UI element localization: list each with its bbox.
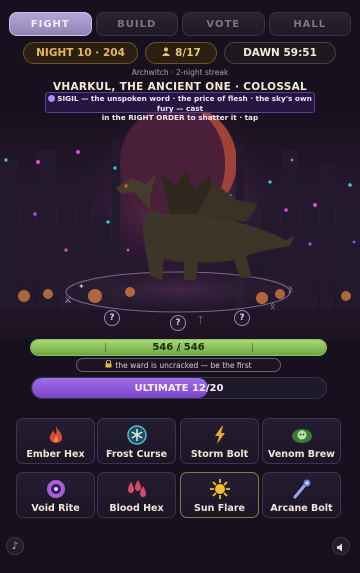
spell-venom-brew-button[interactable]: Venom Brew bbox=[262, 418, 341, 464]
speaker-icon bbox=[336, 537, 346, 556]
status-row: NIGHT 10 · 204 8/17 DAWN 59:51 bbox=[23, 42, 336, 64]
dawn-timer: DAWN 59:51 bbox=[224, 42, 336, 64]
ward-status-text: the ward is uncracked — be the first bbox=[115, 360, 252, 370]
flame-icon bbox=[44, 423, 68, 447]
ultimate-bar[interactable]: ULTIMATE 12/20 bbox=[31, 377, 327, 399]
night-counter: NIGHT 10 · 204 bbox=[23, 42, 138, 64]
dragon-boss bbox=[116, 168, 294, 280]
riddle-line-2: in the RIGHT ORDER to shatter it · tap bbox=[101, 113, 259, 122]
city-silhouette bbox=[0, 140, 360, 310]
snowflake-icon bbox=[125, 423, 149, 447]
ward-status: the ward is uncracked — be the first bbox=[76, 358, 281, 372]
sound-toggle-button[interactable] bbox=[332, 537, 350, 555]
rune-mark-icon: ᛟ bbox=[270, 302, 276, 312]
spell-ember-hex-button[interactable]: Ember Hex bbox=[16, 418, 95, 464]
magic-sparkles bbox=[4, 150, 356, 252]
sigil-rune-slot-2[interactable]: ? bbox=[170, 315, 186, 331]
spell-label: Storm Bolt bbox=[190, 449, 249, 460]
music-toggle-button[interactable]: ♪ bbox=[6, 537, 24, 555]
tab-build[interactable]: BUILD bbox=[95, 12, 178, 36]
sun-icon bbox=[208, 477, 232, 501]
tab-hall[interactable]: HALL bbox=[268, 12, 351, 36]
spell-label: Arcane Bolt bbox=[270, 503, 333, 514]
tab-vote[interactable]: VOTE bbox=[182, 12, 265, 36]
spell-sun-flare-button[interactable]: Sun Flare bbox=[180, 472, 259, 518]
spell-label: Blood Hex bbox=[109, 503, 164, 514]
spell-storm-bolt-button[interactable]: Storm Bolt bbox=[180, 418, 259, 464]
main-tabs: FIGHT BUILD VOTE HALL bbox=[9, 12, 351, 36]
riddle-line-1: SIGIL — the unspoken word · the price of… bbox=[57, 94, 312, 113]
music-note-icon: ♪ bbox=[11, 540, 19, 552]
spell-frost-curse-button[interactable]: Frost Curse bbox=[97, 418, 176, 464]
spell-label: Venom Brew bbox=[268, 449, 335, 460]
boss-hp-text: 546 / 546 bbox=[152, 342, 205, 353]
wand-icon bbox=[290, 477, 314, 501]
void-eye-icon bbox=[44, 477, 68, 501]
ultimate-text: ULTIMATE 12/20 bbox=[134, 382, 224, 394]
sigil-rune-slot-1[interactable]: ? bbox=[104, 310, 120, 326]
sigil-icon bbox=[48, 95, 56, 102]
summoning-circle bbox=[65, 271, 291, 313]
spell-label: Ember Hex bbox=[26, 449, 85, 460]
rune-mark-icon: ᛉ bbox=[198, 316, 204, 326]
tab-fight[interactable]: FIGHT bbox=[9, 12, 92, 36]
spell-label: Sun Flare bbox=[194, 503, 245, 514]
lightning-icon bbox=[208, 423, 232, 447]
player-subtitle: Archwitch · 2-night streak bbox=[131, 68, 229, 77]
party-count-text: 8/17 bbox=[175, 47, 201, 59]
spell-blood-hex-button[interactable]: Blood Hex bbox=[97, 472, 176, 518]
rune-mark-icon: ⚔ bbox=[64, 296, 73, 306]
spell-arcane-bolt-button[interactable]: Arcane Bolt bbox=[262, 472, 341, 518]
spell-label: Void Rite bbox=[31, 503, 80, 514]
party-count: 8/17 bbox=[145, 42, 217, 64]
lock-icon bbox=[105, 359, 112, 370]
rune-mark-icon: ☽ bbox=[285, 286, 294, 296]
rune-mark-icon: ✦ bbox=[78, 282, 85, 291]
blood-drops-icon bbox=[125, 477, 149, 501]
spell-label: Frost Curse bbox=[105, 449, 168, 460]
boss-hp-bar: 546 / 546 bbox=[30, 339, 327, 356]
spell-void-rite-button[interactable]: Void Rite bbox=[16, 472, 95, 518]
crowd-icon bbox=[161, 47, 171, 59]
sigil-riddle[interactable]: SIGIL — the unspoken word · the price of… bbox=[45, 92, 315, 122]
moon-glow bbox=[83, 95, 273, 285]
night-sky bbox=[0, 115, 360, 340]
sigil-rune-slot-3[interactable]: ? bbox=[234, 310, 250, 326]
skull-cloud-icon bbox=[290, 423, 314, 447]
